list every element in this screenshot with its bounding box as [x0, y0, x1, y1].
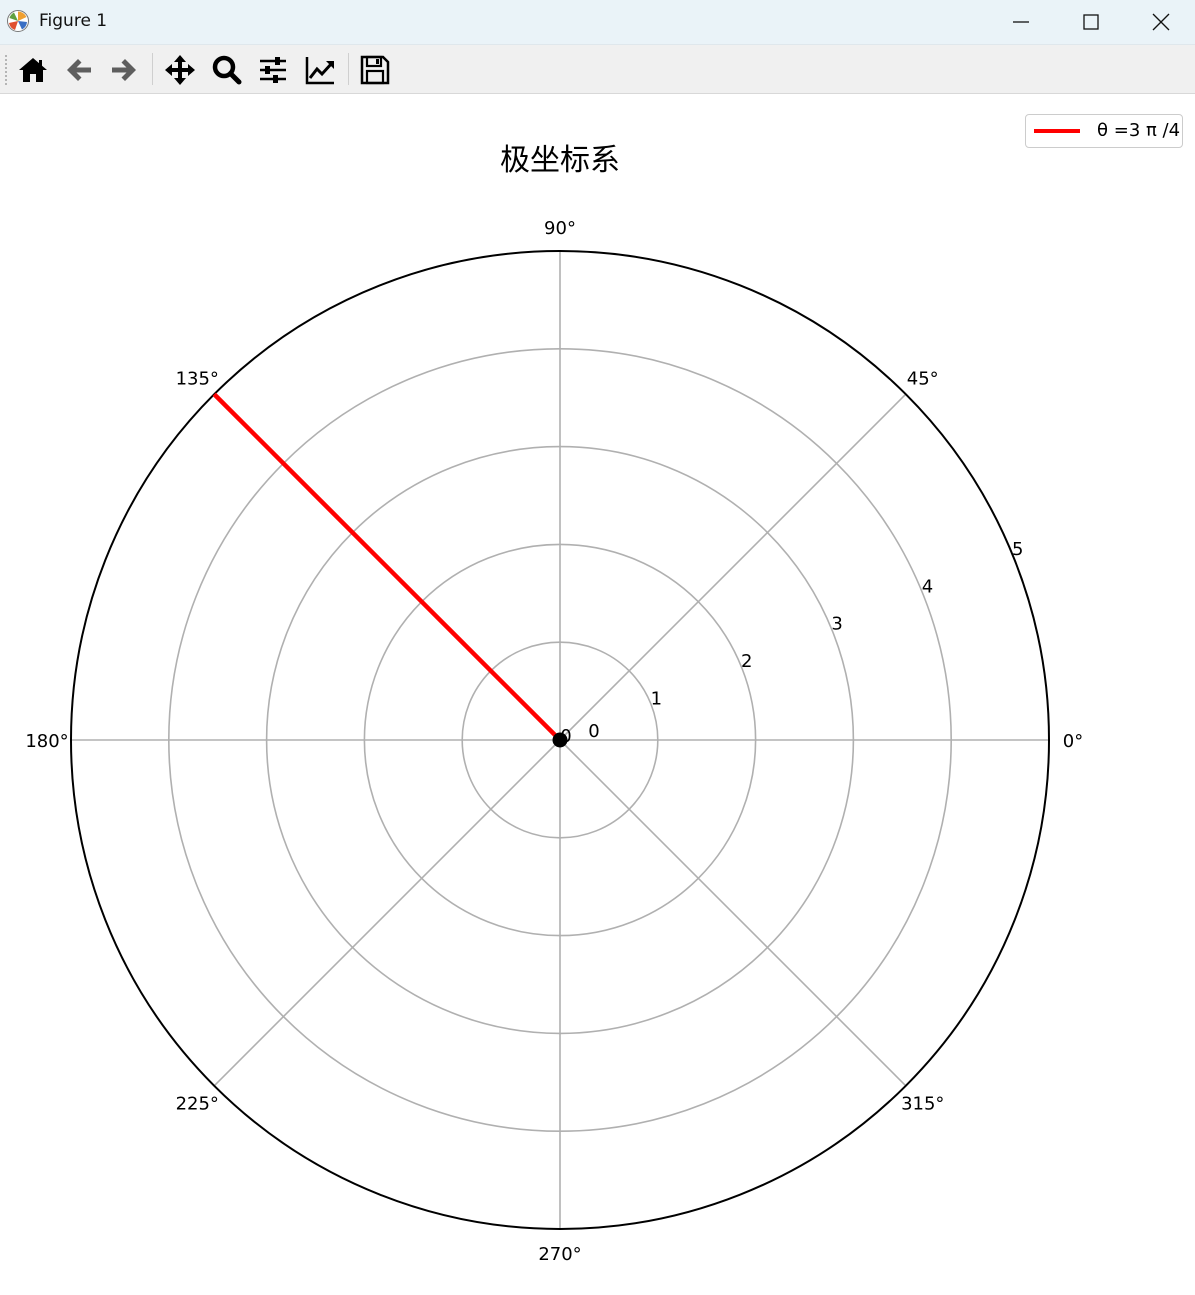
angular-gridline	[559, 393, 907, 741]
legend-line-swatch	[1034, 129, 1080, 133]
angle-tick-label: 270°	[538, 1244, 581, 1265]
toolbar-separator	[152, 53, 153, 85]
angle-tick-label: 45°	[907, 368, 939, 389]
angle-tick-label: 135°	[176, 368, 219, 389]
angle-tick-label: 225°	[176, 1094, 219, 1115]
title-bar: Figure 1	[0, 0, 1195, 45]
radial-tick-label: 3	[831, 614, 842, 635]
radial-tick-label: 5	[1012, 539, 1023, 560]
polar-plot: 极坐标系0°45°90°135°180°225°270°315°0123450	[25, 143, 1083, 1265]
minimize-button[interactable]	[986, 0, 1056, 44]
close-icon	[1152, 13, 1170, 31]
radial-tick-label: 1	[651, 689, 662, 710]
back-button[interactable]	[60, 51, 98, 89]
sliders-icon	[260, 57, 286, 83]
matplotlib-logo-icon	[6, 9, 30, 33]
series-line	[212, 392, 562, 742]
window-title: Figure 1	[39, 11, 108, 31]
angular-gridline	[559, 739, 907, 1087]
maximize-button[interactable]	[1056, 0, 1126, 44]
origin-point-label: 0	[588, 721, 599, 742]
pan-button[interactable]	[161, 51, 199, 89]
legend-label: θ =3 π /4	[1097, 120, 1181, 141]
home-icon	[19, 58, 47, 82]
arrow-left-icon	[67, 59, 91, 81]
chart-title: 极坐标系	[500, 143, 620, 178]
navigation-toolbar	[0, 45, 1195, 94]
line-chart-icon	[305, 57, 334, 85]
radial-tick-label: 2	[741, 651, 752, 672]
toolbar-grip	[5, 55, 9, 85]
arrow-right-icon	[112, 59, 136, 81]
move-icon	[165, 55, 195, 85]
floppy-disk-icon	[360, 55, 390, 85]
figure-canvas[interactable]: 极坐标系0°45°90°135°180°225°270°315°0123450 …	[0, 94, 1195, 1295]
forward-button[interactable]	[105, 51, 143, 89]
angle-tick-label: 90°	[544, 218, 576, 239]
angle-tick-label: 180°	[25, 731, 68, 752]
angular-gridline	[213, 739, 561, 1087]
origin-point	[552, 732, 568, 748]
minimize-icon	[1013, 21, 1029, 23]
angle-tick-label: 0°	[1063, 731, 1083, 752]
angle-tick-label: 315°	[901, 1094, 944, 1115]
toolbar-separator	[348, 53, 349, 85]
zoom-button[interactable]	[208, 51, 246, 89]
save-button[interactable]	[356, 51, 394, 89]
maximize-icon	[1083, 14, 1099, 30]
home-button[interactable]	[14, 51, 52, 89]
axes-button[interactable]	[301, 51, 339, 89]
close-button[interactable]	[1126, 0, 1195, 44]
magnifier-icon	[212, 55, 242, 85]
subplots-button[interactable]	[254, 51, 292, 89]
radial-tick-label: 4	[922, 576, 933, 597]
legend: θ =3 π /4	[1025, 114, 1183, 148]
